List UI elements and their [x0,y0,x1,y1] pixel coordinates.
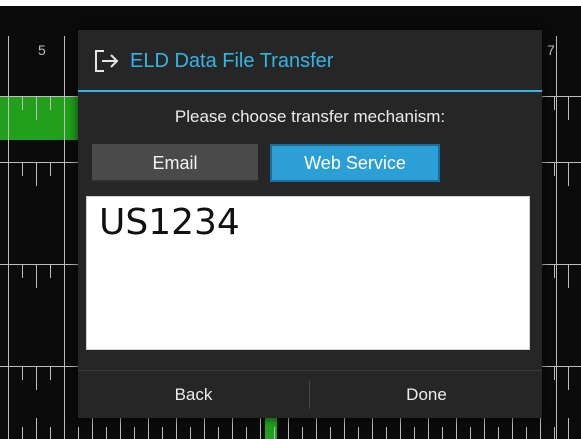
grid-tick [330,427,331,439]
grid-tick [36,418,37,439]
grid-tick [344,418,345,439]
grid-tick [456,418,457,439]
grid-tick [22,96,23,110]
grid-tick [64,264,65,288]
grid-tick [556,36,557,439]
transfer-dialog: ELD Data File Transfer Please choose tra… [78,30,542,418]
grid-tick [36,96,37,120]
grid-tick [190,427,191,439]
grid-tick [302,427,303,439]
grid-tick [414,427,415,439]
done-button[interactable]: Done [311,371,542,419]
grid-tick [50,427,51,439]
grid-tick [526,427,527,439]
dialog-footer: Back Done [78,370,542,419]
web-service-option-button[interactable]: Web Service [270,144,440,182]
grid-tick [316,418,317,439]
grid-tick [498,427,499,439]
grid-tick [50,162,51,176]
grid-tick [554,427,555,439]
grid-tick [134,427,135,439]
grid-tick [260,418,261,439]
grid-tick [92,418,93,439]
grid-tick [64,162,65,186]
transfer-prompt: Please choose transfer mechanism: [174,107,446,126]
grid-tick [484,418,485,439]
grid-tick [8,264,9,288]
grid-tick [568,96,569,120]
grid-tick [36,366,37,390]
grid-tick [204,418,205,439]
grid-tick [78,427,79,439]
grid-tick [64,96,65,120]
grid-tick [8,162,9,186]
grid-tick [8,96,9,120]
grid-tick [120,418,121,439]
grid-tick [22,366,23,380]
grid-tick [554,264,555,278]
grid-tick [218,427,219,439]
grid-tick [554,162,555,176]
hour-label: 7 [547,42,555,58]
grid-tick [64,418,65,439]
grid-tick [148,418,149,439]
hour-label: 5 [38,42,46,58]
grid-tick [386,427,387,439]
grid-tick [288,418,289,439]
grid-tick [22,264,23,278]
email-option-button[interactable]: Email [92,144,258,182]
dialog-header: ELD Data File Transfer [78,30,542,92]
grid-tick [512,418,513,439]
exit-arrow-icon [95,50,119,72]
grid-tick [372,418,373,439]
grid-tick [540,418,541,439]
grid-tick [22,162,23,176]
grid-tick [8,366,9,390]
grid-tick [106,427,107,439]
grid-tick [554,96,555,110]
grid-tick [50,96,51,110]
duty-status-bar [0,96,78,140]
grid-tick [554,366,555,380]
grid-tick [568,264,569,288]
back-button[interactable]: Back [78,371,309,419]
transfer-value-field[interactable]: US1234 [86,196,530,350]
top-strip [0,0,581,6]
grid-tick [176,418,177,439]
grid-tick [36,162,37,186]
grid-tick [428,418,429,439]
grid-tick [8,418,9,439]
grid-tick [400,418,401,439]
grid-tick [22,427,23,439]
grid-tick [232,418,233,439]
grid-tick [568,366,569,390]
grid-tick [442,427,443,439]
transfer-value-text: US1234 [99,202,240,243]
duty-status-bar [265,418,277,439]
dialog-title: ELD Data File Transfer [130,50,334,72]
footer-divider [309,381,310,409]
grid-tick [36,264,37,288]
grid-tick [274,427,275,439]
grid-tick [568,162,569,186]
grid-tick [358,427,359,439]
grid-tick [50,366,51,380]
grid-tick [568,418,569,439]
grid-tick [64,366,65,390]
grid-tick [162,427,163,439]
grid-tick [246,427,247,439]
grid-tick [50,264,51,278]
grid-tick [470,427,471,439]
